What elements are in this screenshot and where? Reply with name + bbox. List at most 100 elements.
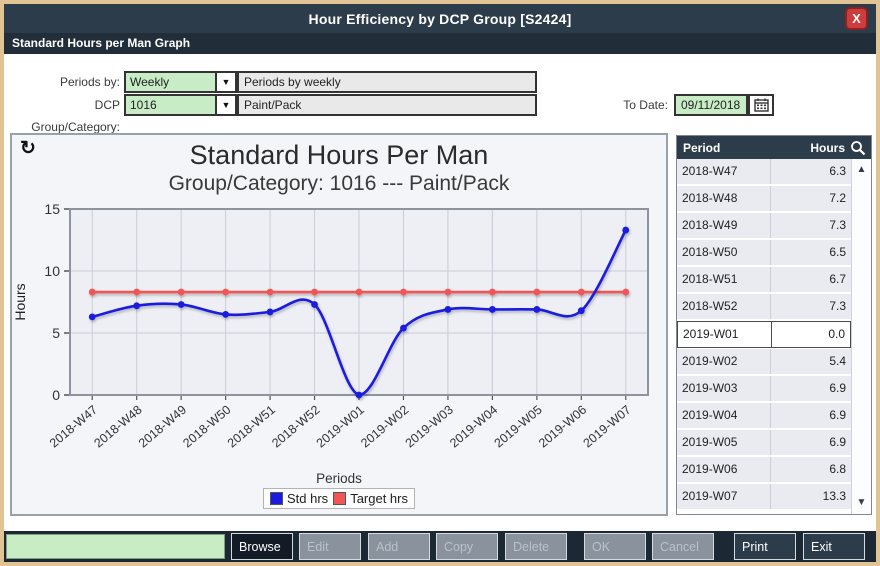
period-cell: 2019-W07 <box>677 484 771 509</box>
page-title: Standard Hours per Man Graph <box>4 33 876 54</box>
app-window: Hour Efficiency by DCP Group [S2424] X S… <box>0 0 880 566</box>
svg-text:2019-W04: 2019-W04 <box>447 403 500 451</box>
period-cell: 2018-W51 <box>677 267 771 292</box>
periods-by-select[interactable]: Weekly ▼ <box>124 71 237 93</box>
to-date-field[interactable]: 09/11/2018 <box>674 94 748 116</box>
svg-text:2019-W03: 2019-W03 <box>403 403 456 451</box>
scroll-down-icon[interactable]: ▼ <box>852 494 871 512</box>
quick-search-input[interactable] <box>6 534 225 559</box>
legend-item-std-hrs: Std hrs <box>270 491 328 506</box>
search-button[interactable] <box>845 140 871 156</box>
scroll-up-icon[interactable]: ▲ <box>852 161 871 179</box>
hours-cell: 6.8 <box>771 457 851 482</box>
legend-label: Std hrs <box>287 491 328 506</box>
hours-cell: 7.3 <box>771 213 851 238</box>
x-axis-title: Periods <box>12 471 666 486</box>
svg-text:5: 5 <box>52 325 60 341</box>
legend-swatch <box>270 492 283 505</box>
dcp-group-description: Paint/Pack <box>237 94 537 116</box>
line-chart: 0510152018-W472018-W482018-W492018-W5020… <box>12 199 666 471</box>
table-scrollbar[interactable]: ▲ ▼ <box>851 159 871 514</box>
svg-text:2018-W49: 2018-W49 <box>136 403 189 451</box>
legend-item-target-hrs: Target hrs <box>333 491 408 506</box>
dcp-group-select[interactable]: 1016 ▼ <box>124 94 237 116</box>
period-cell: 2019-W01 <box>678 322 772 347</box>
hours-cell: 6.5 <box>771 240 851 265</box>
svg-text:Hours: Hours <box>12 283 28 320</box>
button-ok: OK <box>584 533 646 560</box>
period-cell: 2018-W47 <box>677 159 771 184</box>
column-header-hours: Hours <box>773 141 845 155</box>
chevron-down-icon[interactable]: ▼ <box>215 96 235 114</box>
table-row[interactable]: 2019-W0713.3 <box>677 484 851 511</box>
table-row[interactable]: 2018-W497.3 <box>677 213 851 240</box>
table-row[interactable]: 2018-W527.3 <box>677 294 851 321</box>
hours-cell: 6.3 <box>771 159 851 184</box>
button-add: Add <box>368 533 430 560</box>
periods-by-label: Periods by: <box>4 71 120 93</box>
table-header: Period Hours <box>677 136 871 159</box>
table-row[interactable]: 2018-W516.7 <box>677 267 851 294</box>
legend-swatch <box>333 492 346 505</box>
chart-title: Standard Hours Per Man <box>12 139 666 171</box>
table-row[interactable]: 2018-W506.5 <box>677 240 851 267</box>
periods-by-value: Weekly <box>130 73 169 91</box>
chart-legend: Std hrs Target hrs <box>263 488 415 509</box>
svg-text:2019-W02: 2019-W02 <box>358 403 411 451</box>
close-button[interactable]: X <box>845 7 868 30</box>
hours-cell: 0.0 <box>772 322 850 347</box>
table-row[interactable]: 2019-W056.9 <box>677 430 851 457</box>
period-cell: 2019-W03 <box>677 376 771 401</box>
svg-text:2018-W52: 2018-W52 <box>269 403 322 451</box>
hours-cell: 6.7 <box>771 267 851 292</box>
title-bar[interactable]: Hour Efficiency by DCP Group [S2424] X <box>4 4 876 33</box>
chart-panel: ↻ Standard Hours Per Man Group/Category:… <box>10 133 668 516</box>
hours-cell: 13.3 <box>771 484 851 509</box>
calendar-button[interactable] <box>748 94 774 116</box>
period-cell: 2019-W05 <box>677 430 771 455</box>
button-exit[interactable]: Exit <box>803 533 865 560</box>
column-header-period: Period <box>677 141 773 155</box>
table-row[interactable]: 2018-W487.2 <box>677 186 851 213</box>
svg-text:2019-W06: 2019-W06 <box>536 403 589 451</box>
button-print[interactable]: Print <box>734 533 796 560</box>
table-row[interactable]: 2019-W066.8 <box>677 457 851 484</box>
dcp-group-value: 1016 <box>130 96 157 114</box>
window-title: Hour Efficiency by DCP Group [S2424] <box>309 11 572 27</box>
period-cell: 2018-W49 <box>677 213 771 238</box>
button-copy: Copy <box>436 533 498 560</box>
period-cell: 2019-W04 <box>677 403 771 428</box>
period-cell: 2019-W02 <box>677 349 771 374</box>
chevron-down-icon[interactable]: ▼ <box>215 73 235 91</box>
svg-text:0: 0 <box>52 387 60 403</box>
svg-text:2019-W05: 2019-W05 <box>492 403 545 451</box>
table-row[interactable]: 2018-W476.3 <box>677 159 851 186</box>
svg-text:2018-W47: 2018-W47 <box>47 403 100 451</box>
hours-cell: 7.3 <box>771 294 851 319</box>
svg-text:2018-W50: 2018-W50 <box>180 403 233 451</box>
search-icon <box>850 140 866 156</box>
period-cell: 2018-W52 <box>677 294 771 319</box>
table-row[interactable]: 2019-W025.4 <box>677 349 851 376</box>
period-cell: 2018-W50 <box>677 240 771 265</box>
svg-text:2018-W48: 2018-W48 <box>91 403 144 451</box>
svg-text:2018-W51: 2018-W51 <box>225 403 278 451</box>
svg-text:2019-W07: 2019-W07 <box>581 403 634 451</box>
period-cell: 2019-W06 <box>677 457 771 482</box>
button-edit: Edit <box>299 533 361 560</box>
svg-text:15: 15 <box>44 201 60 217</box>
hours-cell: 6.9 <box>771 403 851 428</box>
chart-subtitle: Group/Category: 1016 --- Paint/Pack <box>12 171 666 197</box>
period-cell: 2018-W48 <box>677 186 771 211</box>
hours-cell: 6.9 <box>771 376 851 401</box>
legend-label: Target hrs <box>350 491 408 506</box>
calendar-icon <box>754 98 769 112</box>
refresh-icon[interactable]: ↻ <box>20 139 36 159</box>
hours-cell: 5.4 <box>771 349 851 374</box>
table-row[interactable]: 2019-W036.9 <box>677 376 851 403</box>
button-browse[interactable]: Browse <box>231 533 293 560</box>
hours-cell: 7.2 <box>771 186 851 211</box>
table-row[interactable]: 2019-W046.9 <box>677 403 851 430</box>
table-row[interactable]: 2019-W010.0 <box>677 321 851 348</box>
to-date-label: To Date: <box>564 94 668 116</box>
